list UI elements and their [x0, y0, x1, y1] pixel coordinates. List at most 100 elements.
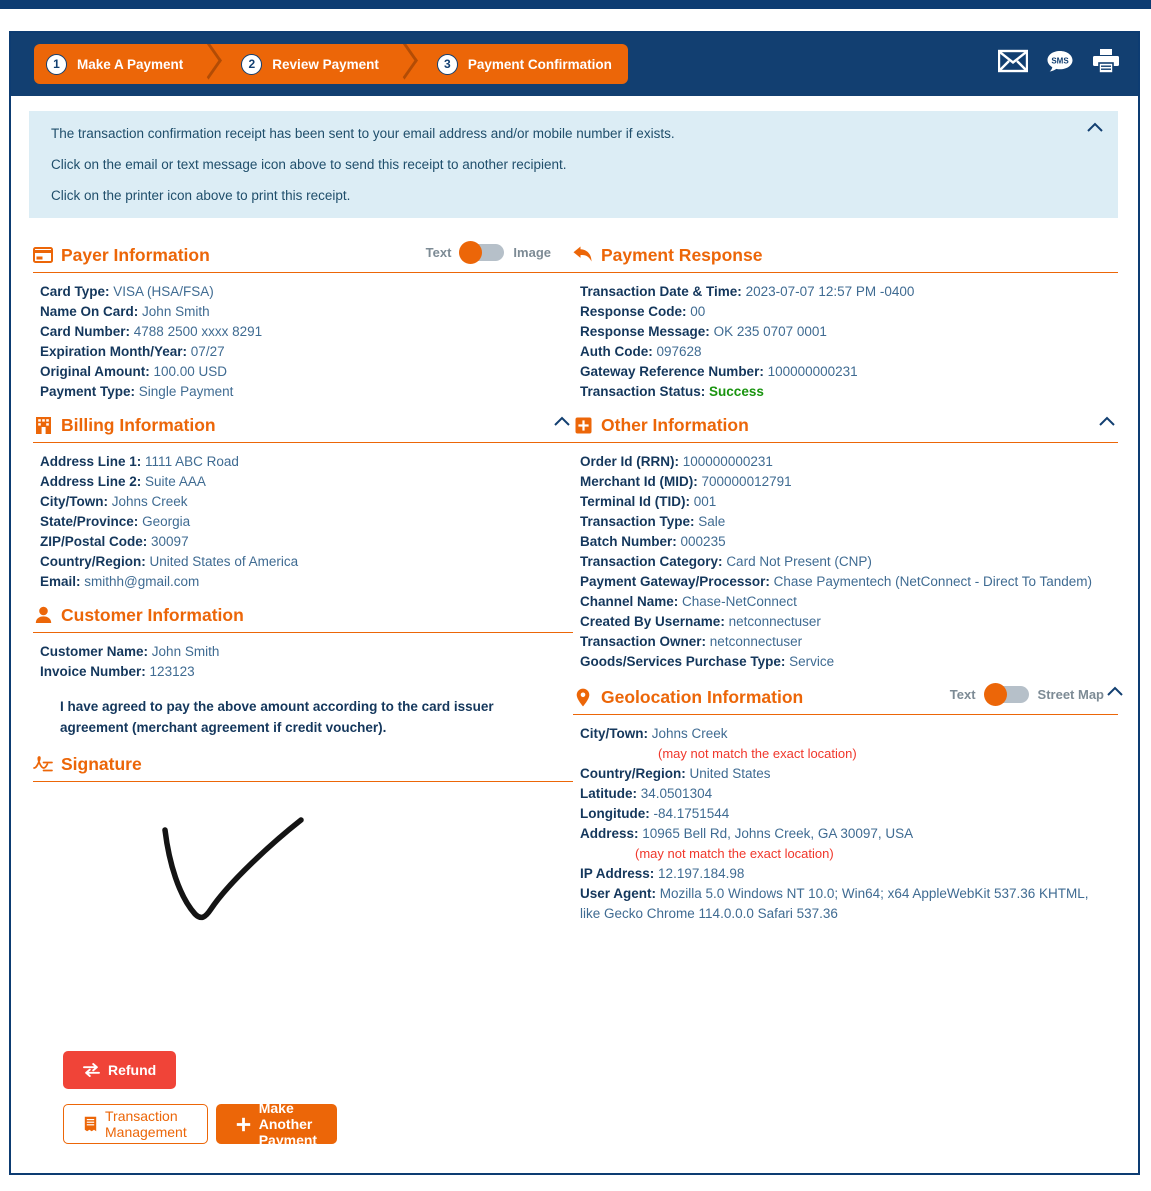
payer-information-body: Card Type: VISA (HSA/FSA) Name On Card: … — [33, 273, 573, 402]
geolocation-toggle-left-label: Text — [949, 687, 976, 702]
field-longitude: Longitude: -84.1751544 — [580, 804, 1118, 824]
field-value: Sale — [698, 514, 726, 529]
other-information-body: Order Id (RRN): 100000000231 Merchant Id… — [573, 443, 1118, 672]
field-value: 12.197.184.98 — [658, 866, 745, 881]
field-value: John Smith — [151, 644, 220, 659]
field-value: Suite AAA — [145, 474, 206, 489]
field-value: 100.00 USD — [153, 364, 228, 379]
billing-information-section: Billing Information Address Line 1: 1111… — [33, 411, 573, 592]
field-invoice-number: Invoice Number: 123123 — [40, 662, 573, 682]
step-review-payment[interactable]: 2 Review Payment — [229, 44, 395, 84]
field-label: Terminal Id (TID): — [580, 494, 690, 509]
field-value: netconnectuser — [709, 634, 803, 649]
make-another-payment-button[interactable]: Make Another Payment — [215, 1100, 338, 1148]
field-label: IP Address: — [580, 866, 655, 881]
field-label: Longitude: — [580, 806, 650, 821]
field-user-agent: User Agent: Mozilla 5.0 Windows NT 10.0;… — [580, 884, 1110, 924]
payer-toggle-right-label: Image — [513, 245, 551, 260]
make-another-payment-button-label: Make Another Payment — [258, 1100, 318, 1148]
signature-header: Signature — [33, 750, 573, 782]
field-label: Goods/Services Purchase Type: — [580, 654, 786, 669]
billing-information-title: Billing Information — [61, 414, 216, 435]
sms-icon[interactable]: SMS — [1046, 49, 1074, 73]
step-1-label: Make A Payment — [77, 56, 184, 72]
transaction-management-button[interactable]: Transaction Management — [63, 1104, 208, 1144]
field-city-town: City/Town: Johns Creek — [40, 492, 573, 512]
other-information-collapse-chevron-up-icon[interactable] — [1096, 413, 1118, 429]
payer-view-toggle[interactable]: Text Image — [426, 241, 551, 264]
field-label: Card Type: — [40, 284, 110, 299]
field-value: 2023-07-07 12:57 PM -0400 — [745, 284, 915, 299]
step-payment-confirmation[interactable]: 3 Payment Confirmation — [425, 44, 628, 84]
secondary-action-row: Transaction Management Make Another Paym… — [63, 1100, 338, 1148]
svg-text:SMS: SMS — [1051, 57, 1069, 66]
plus-square-icon — [573, 415, 593, 435]
printer-icon[interactable] — [1092, 48, 1120, 74]
field-label: State/Province: — [40, 514, 139, 529]
field-email: Email: smithh@gmail.com — [40, 572, 573, 592]
field-label: Transaction Owner: — [580, 634, 707, 649]
billing-information-body: Address Line 1: 1111 ABC Road Address Li… — [33, 443, 573, 592]
plus-icon — [236, 1117, 251, 1132]
field-value: -84.1751544 — [653, 806, 730, 821]
field-label: Address Line 1: — [40, 454, 142, 469]
billing-information-header: Billing Information — [33, 411, 573, 443]
field-ip-address: IP Address: 12.197.184.98 — [580, 864, 1118, 884]
transaction-management-button-label: Transaction Management — [105, 1108, 187, 1140]
step-chevron-1-icon — [199, 44, 229, 84]
geolocation-view-toggle[interactable]: Text Street Map — [949, 683, 1104, 706]
geolocation-collapse-chevron-up-icon[interactable] — [1104, 683, 1126, 699]
email-icon[interactable] — [998, 49, 1028, 73]
field-value: Single Payment — [138, 384, 234, 399]
field-value: Johns Creek — [651, 726, 728, 741]
payer-toggle-knob — [459, 241, 483, 264]
geolocation-toggle-right-label: Street Map — [1037, 687, 1104, 702]
field-label: Auth Code: — [580, 344, 653, 359]
receipt-frame: 1 Make A Payment 2 Review Payment 3 Paym… — [9, 31, 1140, 1175]
field-value: Johns Creek — [111, 494, 188, 509]
geo-address-note: (may not match the exact location) — [635, 846, 834, 861]
field-value: 100000000231 — [682, 454, 773, 469]
field-payment-type: Payment Type: Single Payment — [40, 382, 573, 402]
right-column: Payment Response Transaction Date & Time… — [573, 241, 1123, 924]
field-label: City/Town: — [40, 494, 108, 509]
payer-toggle-switch[interactable] — [459, 241, 505, 264]
field-label: Name On Card: — [40, 304, 139, 319]
billing-collapse-chevron-up-icon[interactable] — [551, 413, 573, 429]
field-label: Merchant Id (MID): — [580, 474, 698, 489]
field-state-province: State/Province: Georgia — [40, 512, 573, 532]
building-icon — [33, 415, 53, 435]
step-progress-bar: 1 Make A Payment 2 Review Payment 3 Paym… — [34, 44, 628, 84]
field-value: Georgia — [142, 514, 191, 529]
field-transaction-owner: Transaction Owner: netconnectuser — [580, 632, 1118, 652]
top-accent-bar — [0, 0, 1151, 9]
field-label: Expiration Month/Year: — [40, 344, 188, 359]
field-label: Original Amount: — [40, 364, 150, 379]
field-label: Response Code: — [580, 304, 687, 319]
field-card-number: Card Number: 4788 2500 xxxx 8291 — [40, 322, 573, 342]
geolocation-toggle-switch[interactable] — [983, 683, 1029, 706]
step-make-a-payment[interactable]: 1 Make A Payment — [34, 44, 199, 84]
field-value: smithh@gmail.com — [84, 574, 200, 589]
field-label: Invoice Number: — [40, 664, 146, 679]
field-channel-name: Channel Name: Chase-NetConnect — [580, 592, 1118, 612]
field-value: 34.0501304 — [640, 786, 713, 801]
signature-section: Signature — [33, 750, 573, 982]
field-geo-city-town: City/Town: Johns Creek — [580, 724, 1118, 744]
field-value: 001 — [693, 494, 717, 509]
refund-button[interactable]: Refund — [63, 1051, 177, 1089]
field-order-id: Order Id (RRN): 100000000231 — [580, 452, 1118, 472]
field-label: Batch Number: — [580, 534, 677, 549]
receipt-icon — [84, 1116, 97, 1132]
banner-collapse-chevron-up-icon[interactable] — [1084, 119, 1106, 135]
field-customer-name: Customer Name: John Smith — [40, 642, 573, 662]
other-information-title: Other Information — [601, 414, 749, 435]
payer-information-title: Payer Information — [61, 244, 210, 265]
payer-information-section: Payer Information Text Image Card Type: … — [33, 241, 573, 402]
header-actions: SMS — [998, 48, 1120, 74]
signature-canvas — [33, 782, 573, 982]
info-banner: The transaction confirmation receipt has… — [29, 111, 1118, 218]
field-value: United States of America — [149, 554, 299, 569]
page-header: 1 Make A Payment 2 Review Payment 3 Paym… — [11, 33, 1138, 96]
geolocation-information-section: Geolocation Information Text Street Map … — [573, 683, 1123, 924]
